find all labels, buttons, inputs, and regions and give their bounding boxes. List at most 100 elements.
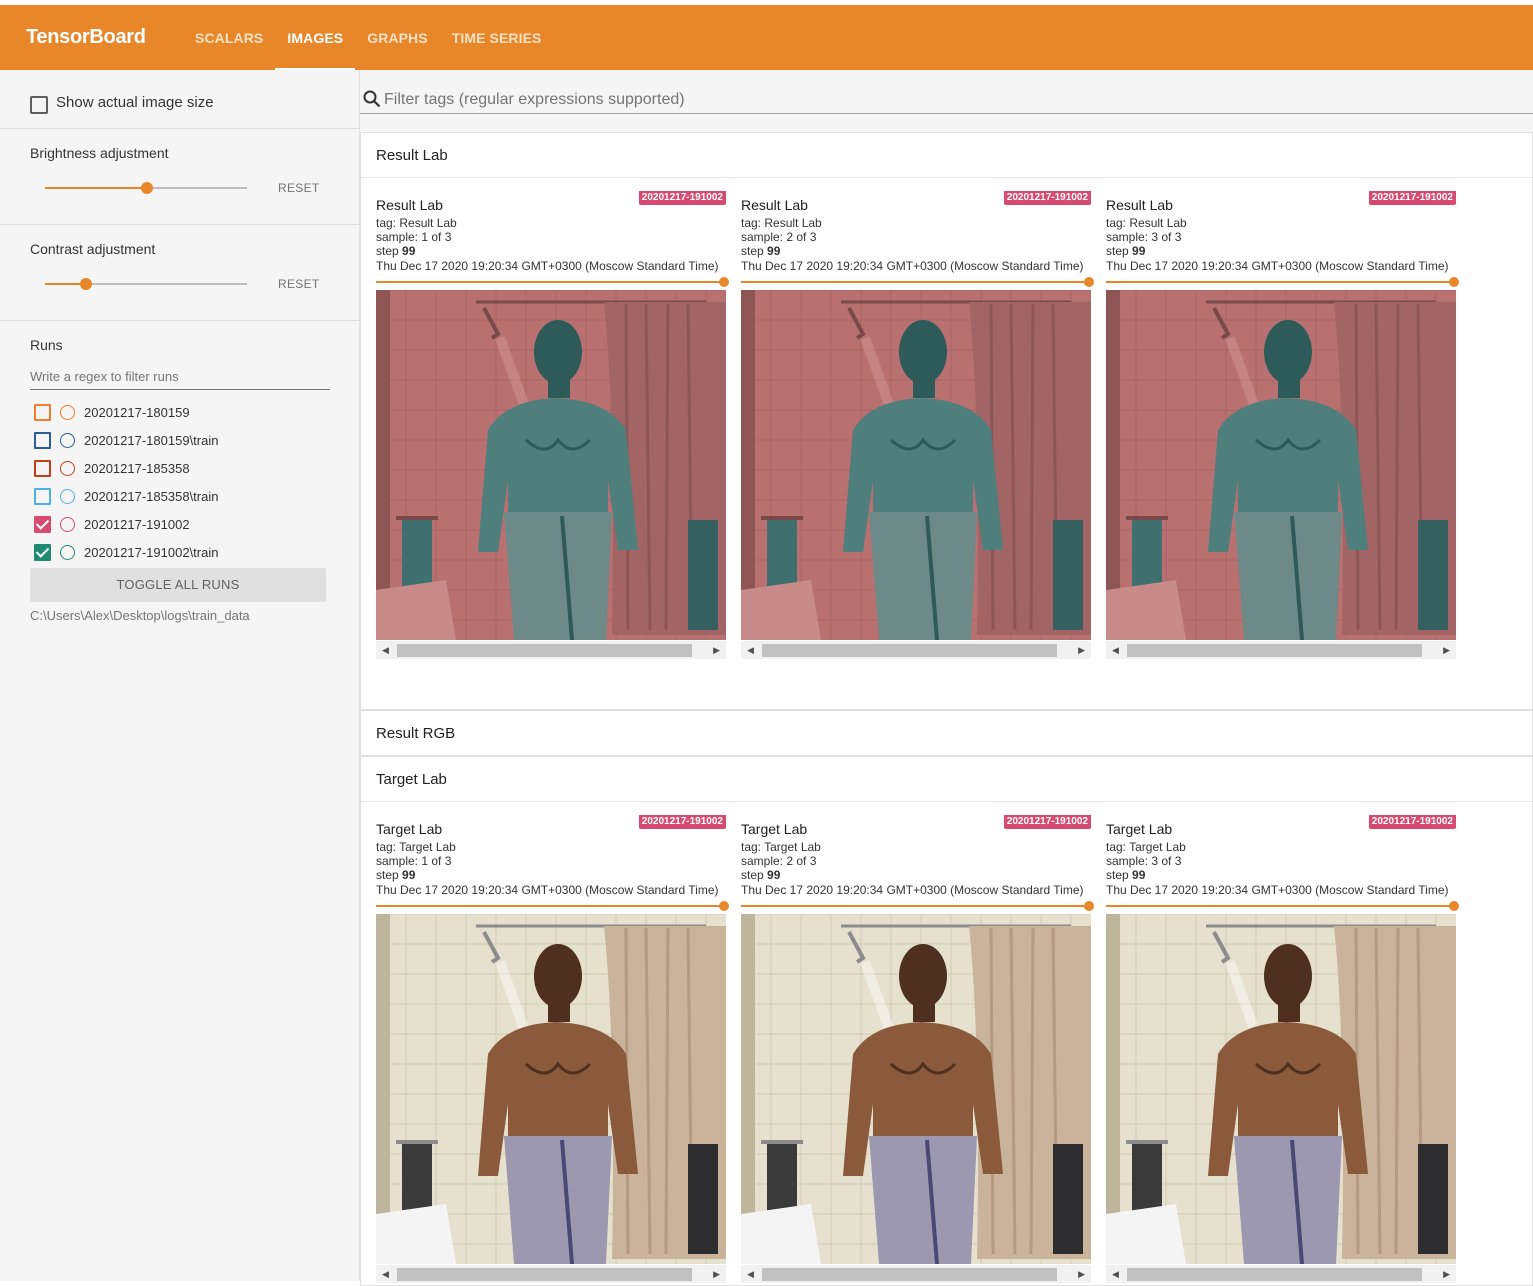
card-title: Target Lab (741, 821, 808, 837)
run-checkbox[interactable] (34, 460, 51, 477)
card-title: Target Lab (376, 821, 443, 837)
brightness-slider[interactable] (45, 182, 247, 194)
run-label: 20201217-191002 (84, 517, 190, 532)
run-checkbox[interactable] (34, 544, 51, 561)
runs-filter-input[interactable]: Write a regex to filter runs (30, 362, 330, 390)
scroll-right-icon[interactable]: ▶ (1443, 1269, 1450, 1280)
contrast-slider-fill (45, 283, 85, 285)
tag-group-header[interactable]: Result RGB (361, 711, 1532, 756)
tag-group-result-lab: Result Lab Result Lab 20201217-191002 ta… (360, 132, 1533, 710)
card-step: step 99 (1106, 868, 1145, 882)
scroll-left-icon[interactable]: ◀ (382, 645, 389, 656)
brightness-slider-knob[interactable] (141, 182, 153, 194)
card-title: Result Lab (741, 197, 808, 213)
run-color-swatch-icon[interactable] (60, 461, 75, 476)
scroll-left-icon[interactable]: ◀ (1112, 1269, 1119, 1280)
run-checkbox[interactable] (34, 404, 51, 421)
scrollbar-thumb[interactable] (397, 1268, 692, 1281)
card-title: Target Lab (1106, 821, 1173, 837)
tag-filter[interactable]: Filter tags (regular expressions support… (360, 84, 1533, 114)
card-step: step 99 (741, 244, 780, 258)
run-item[interactable]: 20201217-191002\train (34, 543, 324, 563)
run-color-swatch-icon[interactable] (60, 517, 75, 532)
card-title: Result Lab (376, 197, 443, 213)
show-actual-size-checkbox[interactable] (30, 96, 48, 114)
card-sample: sample: 2 of 3 (741, 854, 817, 868)
contrast-reset-button[interactable]: RESET (278, 277, 320, 291)
card-sample: sample: 3 of 3 (1106, 230, 1182, 244)
step-value: 99 (402, 244, 416, 258)
step-label: step (741, 868, 764, 882)
run-checkbox[interactable] (34, 516, 51, 533)
run-label: 20201217-180159 (84, 405, 190, 420)
card-title: Result Lab (1106, 197, 1173, 213)
step-slider[interactable] (1106, 901, 1459, 911)
scroll-right-icon[interactable]: ▶ (713, 1269, 720, 1280)
tag-group-target-lab: Target Lab Target Lab 20201217-191002 ta… (360, 756, 1533, 1286)
scroll-right-icon[interactable]: ▶ (1443, 645, 1450, 656)
card-timestamp: Thu Dec 17 2020 19:20:34 GMT+0300 (Mosco… (741, 259, 1084, 273)
run-item[interactable]: 20201217-185358\train (34, 487, 324, 507)
card-timestamp: Thu Dec 17 2020 19:20:34 GMT+0300 (Mosco… (376, 259, 719, 273)
horizontal-scrollbar[interactable]: ◀ ▶ (376, 1265, 726, 1283)
horizontal-scrollbar[interactable]: ◀ ▶ (1106, 641, 1456, 659)
step-value: 99 (1132, 868, 1146, 882)
step-slider[interactable] (741, 901, 1094, 911)
run-item[interactable]: 20201217-185358 (34, 459, 324, 479)
contrast-slider-knob[interactable] (80, 278, 92, 290)
scrollbar-thumb[interactable] (762, 644, 1057, 657)
sample-image (376, 914, 726, 1264)
tag-group-header[interactable]: Target Lab (361, 757, 1532, 802)
contrast-section: Contrast adjustment RESET (0, 225, 359, 321)
run-color-swatch-icon[interactable] (60, 489, 75, 504)
scroll-left-icon[interactable]: ◀ (382, 1269, 389, 1280)
tab-graphs[interactable]: GRAPHS (355, 5, 440, 70)
scroll-right-icon[interactable]: ▶ (713, 645, 720, 656)
scroll-left-icon[interactable]: ◀ (1112, 645, 1119, 656)
card-timestamp: Thu Dec 17 2020 19:20:34 GMT+0300 (Mosco… (741, 883, 1084, 897)
toggle-all-runs-button[interactable]: TOGGLE ALL RUNS (30, 568, 326, 602)
run-checkbox[interactable] (34, 488, 51, 505)
run-color-swatch-icon[interactable] (60, 405, 75, 420)
run-color-swatch-icon[interactable] (60, 433, 75, 448)
tab-time-series[interactable]: TIME SERIES (440, 5, 554, 70)
sample-image (741, 914, 1091, 1264)
scroll-left-icon[interactable]: ◀ (747, 1269, 754, 1280)
run-item[interactable]: 20201217-180159 (34, 403, 324, 423)
scrollbar-thumb[interactable] (1127, 1268, 1422, 1281)
run-item[interactable]: 20201217-180159\train (34, 431, 324, 451)
horizontal-scrollbar[interactable]: ◀ ▶ (741, 641, 1091, 659)
horizontal-scrollbar[interactable]: ◀ ▶ (1106, 1265, 1456, 1283)
card-tag: tag: Result Lab (376, 216, 457, 230)
step-value: 99 (767, 244, 781, 258)
scroll-right-icon[interactable]: ▶ (1078, 645, 1085, 656)
brightness-reset-button[interactable]: RESET (278, 181, 320, 195)
run-item[interactable]: 20201217-191002 (34, 515, 324, 535)
run-badge: 20201217-191002 (1003, 815, 1091, 829)
card-timestamp: Thu Dec 17 2020 19:20:34 GMT+0300 (Mosco… (1106, 259, 1449, 273)
run-label: 20201217-185358\train (84, 489, 219, 504)
scroll-left-icon[interactable]: ◀ (747, 645, 754, 656)
scrollbar-thumb[interactable] (397, 644, 692, 657)
main-content: Filter tags (regular expressions support… (360, 70, 1533, 1286)
tab-scalars[interactable]: SCALARS (183, 5, 275, 70)
card-tag: tag: Result Lab (741, 216, 822, 230)
scrollbar-thumb[interactable] (762, 1268, 1057, 1281)
horizontal-scrollbar[interactable]: ◀ ▶ (741, 1265, 1091, 1283)
scrollbar-thumb[interactable] (1127, 644, 1422, 657)
run-checkbox[interactable] (34, 432, 51, 449)
step-label: step (741, 244, 764, 258)
tag-filter-input[interactable]: Filter tags (regular expressions support… (384, 91, 685, 109)
step-slider[interactable] (1106, 277, 1459, 287)
step-slider[interactable] (376, 277, 729, 287)
step-slider[interactable] (741, 277, 1094, 287)
run-color-swatch-icon[interactable] (60, 545, 75, 560)
tag-group-header[interactable]: Result Lab (361, 133, 1532, 178)
card-sample: sample: 3 of 3 (1106, 854, 1182, 868)
step-slider[interactable] (376, 901, 729, 911)
step-value: 99 (1132, 244, 1146, 258)
contrast-slider[interactable] (45, 278, 247, 290)
scroll-right-icon[interactable]: ▶ (1078, 1269, 1085, 1280)
horizontal-scrollbar[interactable]: ◀ ▶ (376, 641, 726, 659)
tab-images[interactable]: IMAGES (275, 5, 356, 70)
